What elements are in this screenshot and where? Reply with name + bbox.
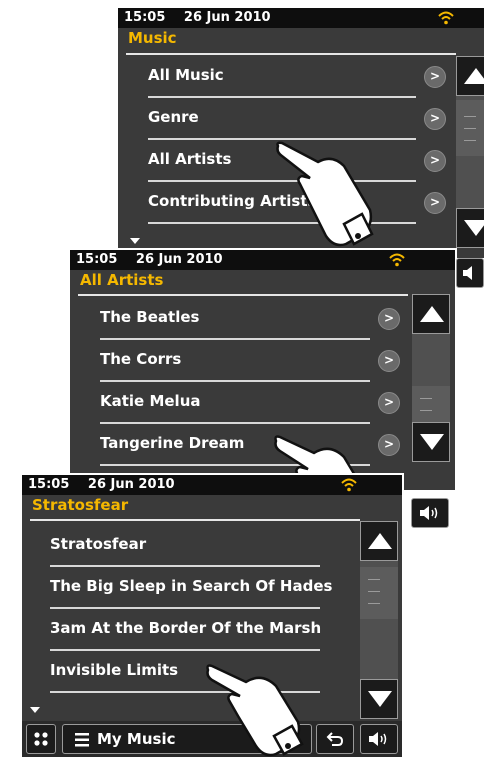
volume-icon xyxy=(420,506,438,520)
scroll-down-icon xyxy=(464,220,484,236)
status-date: 26 Jun 2010 xyxy=(183,10,271,25)
list-item-all-music[interactable]: All Music > xyxy=(148,56,448,98)
screen-all-artists: 15:05 26 Jun 2010 All Artists The Beatle… xyxy=(70,250,455,490)
scroll-up-button[interactable] xyxy=(456,56,484,96)
more-items-indicator xyxy=(130,238,140,244)
list-item-stratosfear[interactable]: Stratosfear xyxy=(50,525,355,567)
scroll-up-icon xyxy=(368,533,392,549)
scrollbar-thumb[interactable] xyxy=(456,100,484,156)
status-bar: 15:05 26 Jun 2010 xyxy=(22,475,402,495)
wifi-icon xyxy=(341,478,357,492)
list-item-label: All Music xyxy=(148,66,224,84)
grid-icon xyxy=(34,732,48,746)
scroll-up-button[interactable] xyxy=(412,294,450,334)
chevron-right-icon[interactable]: > xyxy=(424,192,446,214)
volume-button[interactable] xyxy=(456,258,484,288)
list-item-the-beatles[interactable]: The Beatles > xyxy=(100,298,405,340)
scroll-up-icon xyxy=(464,68,484,84)
chevron-right-icon[interactable]: > xyxy=(378,392,400,414)
home-grid-button[interactable] xyxy=(26,724,56,754)
bottom-menu-label: My Music xyxy=(97,730,176,748)
list-item-label: Stratosfear xyxy=(50,535,147,553)
status-date: 26 Jun 2010 xyxy=(87,477,175,492)
chevron-right-icon[interactable]: > xyxy=(378,350,400,372)
scroll-down-button[interactable] xyxy=(456,208,484,248)
volume-button[interactable] xyxy=(360,724,398,754)
scroll-up-button[interactable] xyxy=(360,521,398,561)
scroll-down-icon xyxy=(368,691,392,707)
chevron-right-icon[interactable]: > xyxy=(378,308,400,330)
scrollbar-thumb[interactable] xyxy=(360,567,398,619)
scroll-down-icon xyxy=(420,434,444,450)
list-item-label: Invisible Limits xyxy=(50,661,179,679)
volume-button[interactable] xyxy=(411,498,449,528)
list-item-3am-at-the-border[interactable]: 3am At the Border Of the Marsh xyxy=(50,609,355,651)
page-title: Music xyxy=(128,29,177,47)
status-time: 15:05 xyxy=(76,252,118,267)
pointing-hand-icon xyxy=(276,141,374,247)
wifi-icon xyxy=(438,11,454,25)
list-item-label: Genre xyxy=(148,108,199,126)
list-item-genre[interactable]: Genre > xyxy=(148,98,448,140)
status-bar: 15:05 26 Jun 2010 xyxy=(70,250,455,270)
status-time: 15:05 xyxy=(124,10,166,25)
scroll-down-button[interactable] xyxy=(412,422,450,462)
list-item-label: Katie Melua xyxy=(100,392,201,410)
wifi-icon xyxy=(389,253,405,267)
status-date: 26 Jun 2010 xyxy=(135,252,223,267)
menu-icon xyxy=(75,733,89,747)
list-item-katie-melua[interactable]: Katie Melua > xyxy=(100,382,405,424)
list-item-label: All Artists xyxy=(148,150,232,168)
title-divider xyxy=(126,53,456,55)
more-items-indicator xyxy=(30,707,40,713)
list-item-the-corrs[interactable]: The Corrs > xyxy=(100,340,405,382)
chevron-right-icon[interactable]: > xyxy=(424,108,446,130)
chevron-right-icon[interactable]: > xyxy=(424,150,446,172)
title-divider xyxy=(30,519,360,521)
scroll-up-icon xyxy=(420,306,444,322)
list-item-label: The Big Sleep in Search Of Hades xyxy=(50,577,333,595)
list-item-label: Tangerine Dream xyxy=(100,434,245,452)
list-item-label: The Beatles xyxy=(100,308,200,326)
volume-icon xyxy=(463,266,472,280)
page-title: Stratosfear xyxy=(32,496,129,514)
back-icon xyxy=(326,732,344,746)
list-item-label: 3am At the Border Of the Marsh xyxy=(50,619,322,637)
volume-icon xyxy=(369,732,387,746)
scroll-down-button[interactable] xyxy=(360,679,398,719)
status-time: 15:05 xyxy=(28,477,70,492)
back-button[interactable] xyxy=(316,724,354,754)
status-bar: 15:05 26 Jun 2010 xyxy=(118,8,484,28)
pointing-hand-icon xyxy=(206,664,304,757)
list-item-the-big-sleep[interactable]: The Big Sleep in Search Of Hades xyxy=(50,567,355,609)
list-item-label: The Corrs xyxy=(100,350,182,368)
chevron-right-icon[interactable]: > xyxy=(424,66,446,88)
page-title: All Artists xyxy=(80,271,164,289)
title-divider xyxy=(78,294,408,296)
